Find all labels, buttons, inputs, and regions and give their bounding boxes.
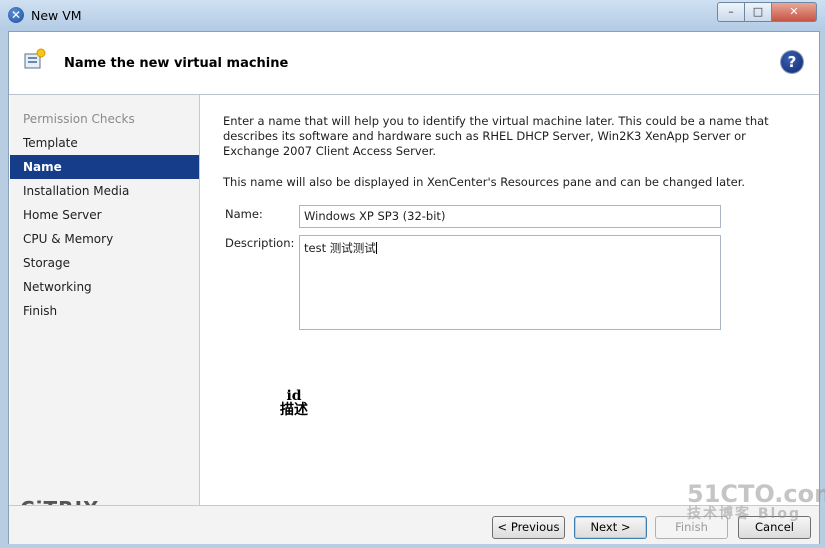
maximize-button[interactable]: □: [745, 2, 772, 22]
page-title: Name the new virtual machine: [64, 56, 289, 71]
wizard-dialog: Name the new virtual machine ? Permissio…: [8, 31, 820, 544]
name-value: Windows XP SP3 (32-bit): [304, 209, 446, 223]
text-caret: [375, 242, 377, 254]
step-networking[interactable]: Networking: [10, 275, 199, 299]
step-installation-media[interactable]: Installation Media: [10, 179, 199, 203]
step-name[interactable]: Name: [10, 155, 199, 179]
annotation-id: id: [286, 388, 302, 404]
help-icon[interactable]: ?: [781, 51, 803, 73]
annotation-description: 描述: [280, 402, 308, 418]
step-storage[interactable]: Storage: [10, 251, 199, 275]
watermark-blog: 技术博客 Blog: [687, 506, 801, 522]
intro-text: Enter a name that will help you to ident…: [223, 114, 769, 158]
name-input[interactable]: Windows XP SP3 (32-bit): [299, 205, 721, 228]
annotation-overlay: id 描述: [280, 389, 308, 417]
name-label: Name:: [225, 207, 263, 221]
step-home-server[interactable]: Home Server: [10, 203, 199, 227]
window-controls: – □ ✕: [717, 2, 817, 22]
new-vm-icon: [24, 48, 46, 69]
note-text: This name will also be displayed in XenC…: [223, 175, 746, 189]
close-button[interactable]: ✕: [772, 2, 817, 22]
wizard-content: Enter a name that will help you to ident…: [200, 95, 818, 505]
step-template[interactable]: Template: [10, 131, 199, 155]
minimize-button[interactable]: –: [717, 2, 745, 22]
next-button[interactable]: Next >: [574, 516, 647, 539]
step-cpu-memory[interactable]: CPU & Memory: [10, 227, 199, 251]
window-titlebar[interactable]: ✕ New VM – □ ✕: [0, 0, 825, 31]
description-input[interactable]: test 测试测试: [299, 235, 721, 330]
watermark: 51CTO.com 技术博客 Blog: [687, 482, 825, 522]
description-value: test 测试测试: [304, 241, 376, 255]
step-permission-checks: Permission Checks: [23, 112, 135, 126]
previous-button[interactable]: < Previous: [492, 516, 565, 539]
step-finish[interactable]: Finish: [10, 299, 199, 323]
wizard-steps-sidebar: Permission Checks Template Name Installatio…: [10, 95, 200, 521]
description-label: Description:: [225, 236, 295, 250]
wizard-header: Name the new virtual machine ?: [9, 32, 819, 95]
xencenter-app-icon: ✕: [8, 7, 24, 23]
window-title: New VM: [31, 8, 82, 23]
watermark-site: 51CTO.com: [687, 480, 825, 508]
